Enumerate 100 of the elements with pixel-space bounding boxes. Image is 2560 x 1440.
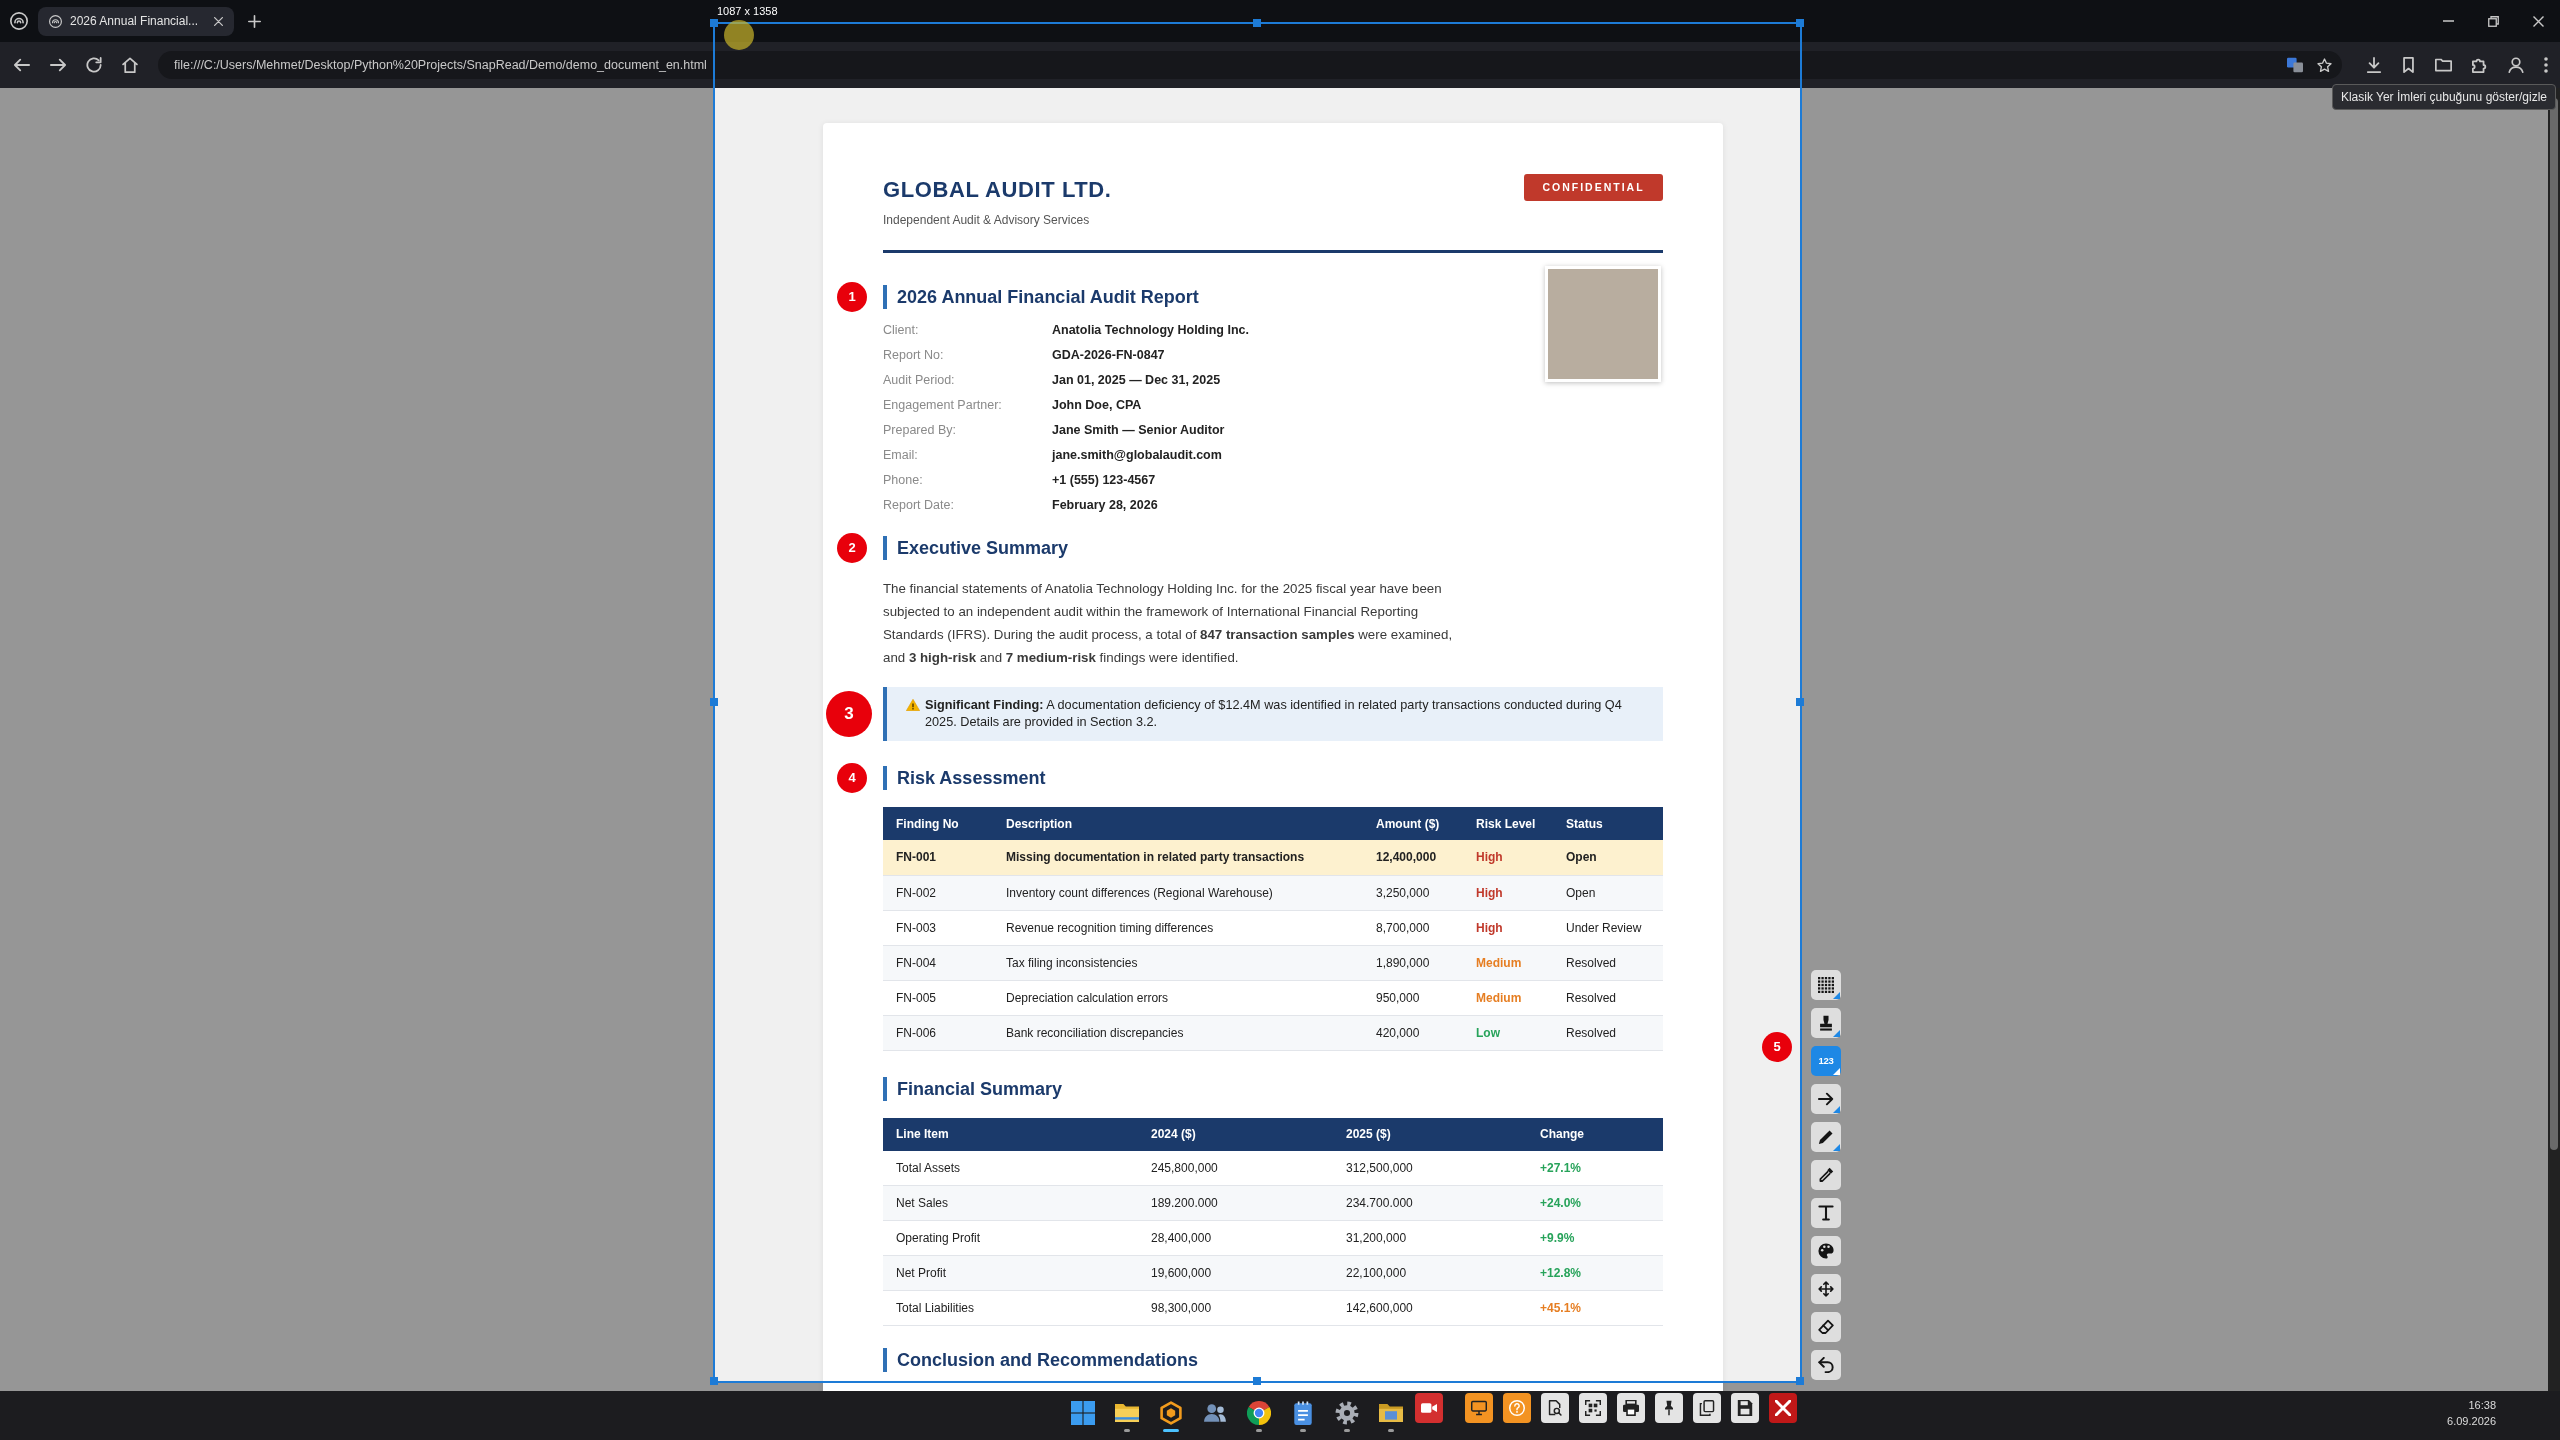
resize-handle[interactable] (710, 698, 718, 706)
number-marker: 3 (826, 691, 872, 737)
pen-tool-button[interactable] (1811, 1122, 1841, 1152)
warning-icon (906, 699, 920, 711)
move-icon (1818, 1281, 1834, 1297)
resize-handle[interactable] (1796, 698, 1804, 706)
palette-icon (1818, 1243, 1834, 1259)
field-label: Report Date: (883, 497, 955, 514)
table-cell: Open (1553, 840, 1663, 875)
folder-icon[interactable] (1115, 1401, 1139, 1425)
stamp-tool-button[interactable] (1811, 1008, 1841, 1038)
change-value: +45.1% (1527, 1290, 1663, 1326)
printer-icon (1623, 1400, 1639, 1416)
start-icon[interactable] (1071, 1401, 1095, 1425)
resize-handle[interactable] (710, 1377, 718, 1385)
resize-handle[interactable] (1796, 1377, 1804, 1385)
eyedropper-tool-button[interactable] (1811, 1160, 1841, 1190)
column-header: 2024 ($) (1138, 1117, 1333, 1151)
bookmark-icon[interactable] (2402, 57, 2415, 73)
column-header: Finding No (883, 807, 993, 840)
selection-size-label: 1087 x 1358 (717, 5, 778, 18)
table-cell: 420,000 (1363, 1015, 1463, 1050)
table-cell: Operating Profit (883, 1220, 1138, 1256)
reload-icon[interactable] (86, 57, 102, 73)
table-cell: Resolved (1553, 1015, 1663, 1050)
address-bar[interactable]: file:///C:/Users/Mehmet/Desktop/Python%20Projects/SnapRead/Demo/demo_document_en.html (158, 51, 2342, 79)
resize-handle[interactable] (1253, 19, 1261, 27)
download-icon[interactable] (2366, 57, 2382, 73)
star-icon[interactable] (2317, 57, 2332, 73)
table-cell: 8,700,000 (1363, 910, 1463, 945)
table-cell: Under Review (1553, 910, 1663, 945)
monitor-icon (1471, 1400, 1487, 1416)
table-cell: FN-001 (883, 840, 993, 875)
field-label: Email: (883, 447, 919, 464)
table-cell: 312,500,000 (1333, 1150, 1527, 1186)
stamp-icon (1818, 1015, 1834, 1031)
risk-level: High (1463, 875, 1553, 910)
cursor-highlight-icon (724, 20, 754, 50)
browser-tab[interactable]: 2026 Annual Financial... (38, 6, 234, 36)
profile-icon[interactable] (2508, 57, 2524, 73)
table-cell: FN-003 (883, 910, 993, 945)
back-icon[interactable] (14, 58, 30, 72)
table-cell: 31,200,000 (1333, 1220, 1527, 1256)
scan-icon (1585, 1400, 1601, 1416)
menu-icon[interactable] (2544, 57, 2548, 73)
move-tool-button[interactable] (1811, 1274, 1841, 1304)
text-tool-icon (1818, 1205, 1834, 1221)
risk-level: High (1463, 910, 1553, 945)
plus-icon[interactable] (248, 14, 261, 28)
print-button[interactable] (1617, 1393, 1645, 1423)
logo-icon[interactable] (10, 12, 28, 30)
help-button[interactable] (1503, 1393, 1531, 1423)
field-label: Engagement Partner: (883, 397, 1003, 414)
resize-handle[interactable] (710, 19, 718, 27)
table-cell: 28,400,000 (1138, 1220, 1333, 1256)
field-value: February 28, 2026 (1052, 497, 1159, 514)
table-cell: FN-005 (883, 980, 993, 1015)
close-button[interactable] (1769, 1393, 1797, 1423)
mosaic-tool-button[interactable] (1811, 970, 1841, 1000)
text-tool-button[interactable] (1811, 1198, 1841, 1228)
table-cell: Resolved (1553, 980, 1663, 1015)
close-icon[interactable] (214, 16, 223, 26)
forward-icon[interactable] (50, 58, 66, 72)
number-marker: 2 (837, 533, 867, 563)
arrow-tool-button[interactable] (1811, 1084, 1841, 1114)
resize-handle[interactable] (1253, 1377, 1261, 1385)
resize-handle[interactable] (1796, 19, 1804, 27)
restore-icon[interactable] (2488, 15, 2499, 27)
eraser-tool-button[interactable] (1811, 1312, 1841, 1342)
pin-button[interactable] (1655, 1393, 1683, 1423)
close-icon[interactable] (2533, 15, 2544, 27)
clock-date: 6.09.2026 (2447, 1414, 2496, 1429)
puzzle-icon[interactable] (2472, 57, 2488, 73)
folder-icon[interactable] (2435, 58, 2452, 72)
field-label: Prepared By: (883, 422, 957, 439)
notepad-icon[interactable] (1291, 1401, 1315, 1425)
copy-icon (1699, 1400, 1715, 1416)
settings-icon[interactable] (1335, 1401, 1359, 1425)
document-search-button[interactable] (1541, 1393, 1569, 1423)
callout-text: Significant Finding: A documentation deficiency of $12.4M was identified in related party transactions conducted during Q4 2025. Details are provided in Section 3.2. (925, 697, 1623, 731)
home-icon[interactable] (122, 57, 138, 73)
users-icon[interactable] (1203, 1401, 1227, 1425)
overlapping-squares-icon[interactable] (2287, 57, 2303, 73)
numbering-tool-button[interactable]: 123 (1811, 1046, 1841, 1076)
table-cell: Revenue recognition timing differences (993, 910, 1363, 945)
number-marker: 4 (837, 763, 867, 793)
record-button[interactable] (1415, 1393, 1443, 1423)
dot-grid-icon (1818, 977, 1834, 993)
hexagon-icon[interactable] (1159, 1401, 1183, 1425)
section-heading: Executive Summary (883, 536, 1663, 560)
scan-button[interactable] (1579, 1393, 1607, 1423)
copy-button[interactable] (1693, 1393, 1721, 1423)
undo-button[interactable] (1811, 1350, 1841, 1380)
save-button[interactable] (1731, 1393, 1759, 1423)
company-tagline: Independent Audit & Advisory Services (883, 212, 1091, 228)
screen-button[interactable] (1465, 1393, 1493, 1423)
folder-icon[interactable] (1379, 1401, 1403, 1425)
browser-icon[interactable] (1247, 1401, 1271, 1425)
field-label: Report No: (883, 347, 945, 364)
palette-tool-button[interactable] (1811, 1236, 1841, 1266)
